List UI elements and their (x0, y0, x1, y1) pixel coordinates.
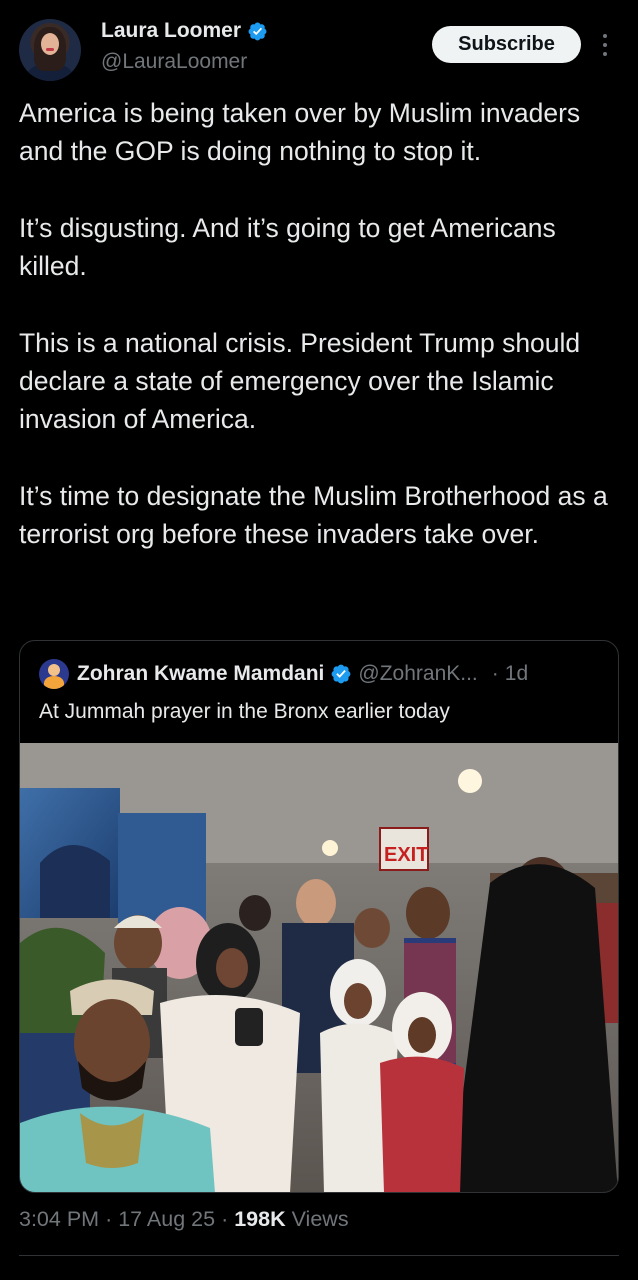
tweet-paragraph: It’s time to designate the Muslim Brothe… (19, 480, 608, 550)
author-name-row[interactable]: Laura Loomer (101, 19, 268, 43)
tweet-header: Laura Loomer @LauraLoomer Subscribe (0, 0, 638, 90)
exit-sign-text: EXIT (384, 844, 428, 866)
quoted-tweet-card[interactable]: Zohran Kwame Mamdani @ZohranK... · 1d At… (19, 640, 619, 1193)
verified-badge-icon (248, 22, 267, 40)
separator-dot: · (105, 1207, 113, 1231)
quoted-tweet-text: At Jummah prayer in the Bronx earlier to… (39, 700, 450, 723)
tweet-meta: 3:04 PM · 17 Aug 25 · 198K Views (19, 1207, 349, 1232)
verified-badge-icon (331, 664, 351, 684)
divider (19, 1255, 619, 1256)
separator-dot: · (221, 1207, 229, 1231)
author-display-name[interactable]: Laura Loomer (101, 19, 241, 43)
views-label: Views (291, 1207, 349, 1231)
separator-dot: · (491, 662, 499, 685)
more-vertical-icon[interactable] (598, 30, 612, 60)
quoted-tweet-header: Zohran Kwame Mamdani @ZohranK... · 1d (39, 659, 528, 689)
quoted-author-avatar[interactable] (39, 659, 69, 689)
quoted-tweet-photo[interactable]: EXIT (20, 743, 618, 1193)
quoted-author-name[interactable]: Zohran Kwame Mamdani (77, 662, 324, 686)
subscribe-button[interactable]: Subscribe (432, 26, 581, 63)
author-avatar[interactable] (19, 19, 81, 81)
view-count[interactable]: 198K (234, 1207, 285, 1231)
tweet-date[interactable]: 17 Aug 25 (118, 1207, 215, 1231)
quoted-author-handle[interactable]: @ZohranK... (358, 662, 477, 686)
tweet-text: America is being taken over by Muslim in… (19, 94, 619, 554)
tweet-paragraph: This is a national crisis. President Tru… (19, 327, 581, 435)
tweet-paragraph: It’s disgusting. And it’s going to get A… (19, 212, 556, 282)
tweet-paragraph: America is being taken over by Muslim in… (19, 98, 581, 167)
tweet-time[interactable]: 3:04 PM (19, 1207, 99, 1231)
quoted-timestamp[interactable]: 1d (505, 662, 528, 686)
author-handle[interactable]: @LauraLoomer (101, 50, 247, 74)
